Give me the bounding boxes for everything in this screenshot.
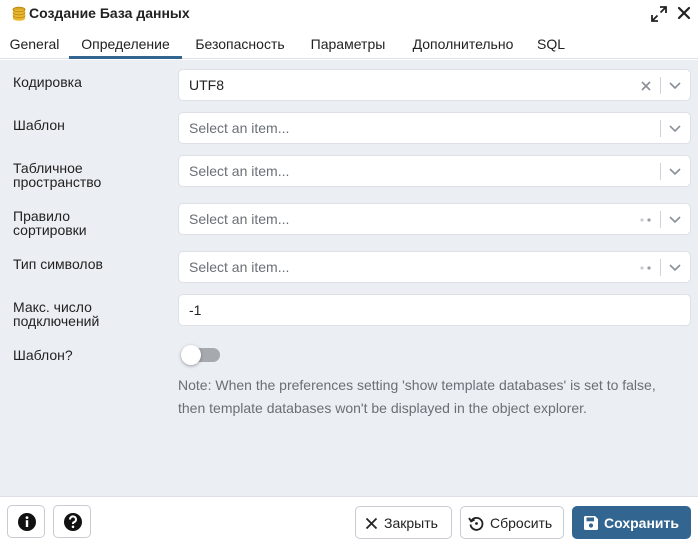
ctype-select[interactable]: Select an item... xyxy=(178,251,691,283)
info-button[interactable] xyxy=(7,505,45,538)
close-button[interactable]: Закрыть xyxy=(355,506,452,539)
tab-advanced[interactable]: Дополнительно xyxy=(398,28,528,59)
template-note-line2: then template databases won't be display… xyxy=(178,400,587,416)
select-separator xyxy=(660,120,661,137)
form-panel: Кодировка UTF8 Шаблон Select an item... … xyxy=(0,60,698,496)
select-separator xyxy=(660,77,661,94)
loading-dots-icon xyxy=(640,266,651,270)
select-separator xyxy=(660,163,661,180)
tablespace-placeholder: Select an item... xyxy=(189,163,290,179)
template-note-line1: Note: When the preferences setting 'show… xyxy=(178,377,656,393)
ctype-label: Тип символов xyxy=(13,256,103,272)
chevron-down-icon[interactable] xyxy=(667,122,683,136)
connlimit-value: -1 xyxy=(189,302,202,318)
collation-select[interactable]: Select an item... xyxy=(178,203,691,235)
collation-placeholder: Select an item... xyxy=(189,211,290,227)
tab-parameters[interactable]: Параметры xyxy=(298,28,398,59)
chevron-down-icon[interactable] xyxy=(667,79,683,93)
connlimit-label-line2: подключений xyxy=(13,313,100,329)
tablespace-label-line2: пространство xyxy=(13,174,102,190)
reset-button-label: Сбросить xyxy=(490,515,553,531)
tablespace-label-line1: Табличное xyxy=(13,160,83,176)
chevron-down-icon[interactable] xyxy=(667,261,683,275)
tab-sql[interactable]: SQL xyxy=(528,28,574,59)
select-separator xyxy=(660,259,661,276)
encoding-select[interactable]: UTF8 xyxy=(178,69,691,101)
info-icon xyxy=(18,513,36,531)
encoding-label: Кодировка xyxy=(13,74,82,90)
connlimit-input[interactable]: -1 xyxy=(178,294,691,326)
is-template-toggle[interactable] xyxy=(181,345,220,365)
save-button-label: Сохранить xyxy=(604,515,679,531)
chevron-down-icon[interactable] xyxy=(667,213,683,227)
save-icon xyxy=(584,516,598,530)
select-separator xyxy=(660,211,661,228)
ctype-placeholder: Select an item... xyxy=(189,259,290,275)
save-button[interactable]: Сохранить xyxy=(572,506,691,539)
template-label: Шаблон xyxy=(13,117,65,133)
clear-icon[interactable] xyxy=(640,80,652,92)
dialog-footer: Закрыть Сбросить Сохранить xyxy=(0,496,698,546)
title-bar: Создание База данных xyxy=(0,0,698,28)
tab-bar: General Определение Безопасность Парамет… xyxy=(0,28,698,59)
close-button-label: Закрыть xyxy=(384,515,438,531)
database-icon xyxy=(12,6,26,21)
loading-dots-icon xyxy=(640,218,651,222)
template-placeholder: Select an item... xyxy=(189,120,290,136)
reset-icon xyxy=(468,516,484,531)
expand-icon[interactable] xyxy=(650,5,668,23)
help-button[interactable] xyxy=(53,505,91,538)
dialog-title: Создание База данных xyxy=(29,5,190,21)
close-icon[interactable] xyxy=(676,5,692,21)
template-select[interactable]: Select an item... xyxy=(178,112,691,144)
help-icon xyxy=(64,513,82,531)
connlimit-label-line1: Макс. число xyxy=(13,299,92,315)
x-icon xyxy=(365,517,378,530)
is-template-label: Шаблон? xyxy=(13,347,73,363)
tab-general[interactable]: General xyxy=(0,28,69,59)
chevron-down-icon[interactable] xyxy=(667,165,683,179)
template-note: Note: When the preferences setting 'show… xyxy=(178,374,693,420)
collation-label-line1: Правило xyxy=(13,208,71,224)
tab-security[interactable]: Безопасность xyxy=(182,28,298,59)
reset-button[interactable]: Сбросить xyxy=(460,506,564,539)
collation-label-line2: сортировки xyxy=(13,222,87,238)
toggle-knob xyxy=(181,345,201,365)
encoding-value: UTF8 xyxy=(189,77,224,93)
tablespace-select[interactable]: Select an item... xyxy=(178,155,691,187)
tab-definition[interactable]: Определение xyxy=(69,28,182,59)
